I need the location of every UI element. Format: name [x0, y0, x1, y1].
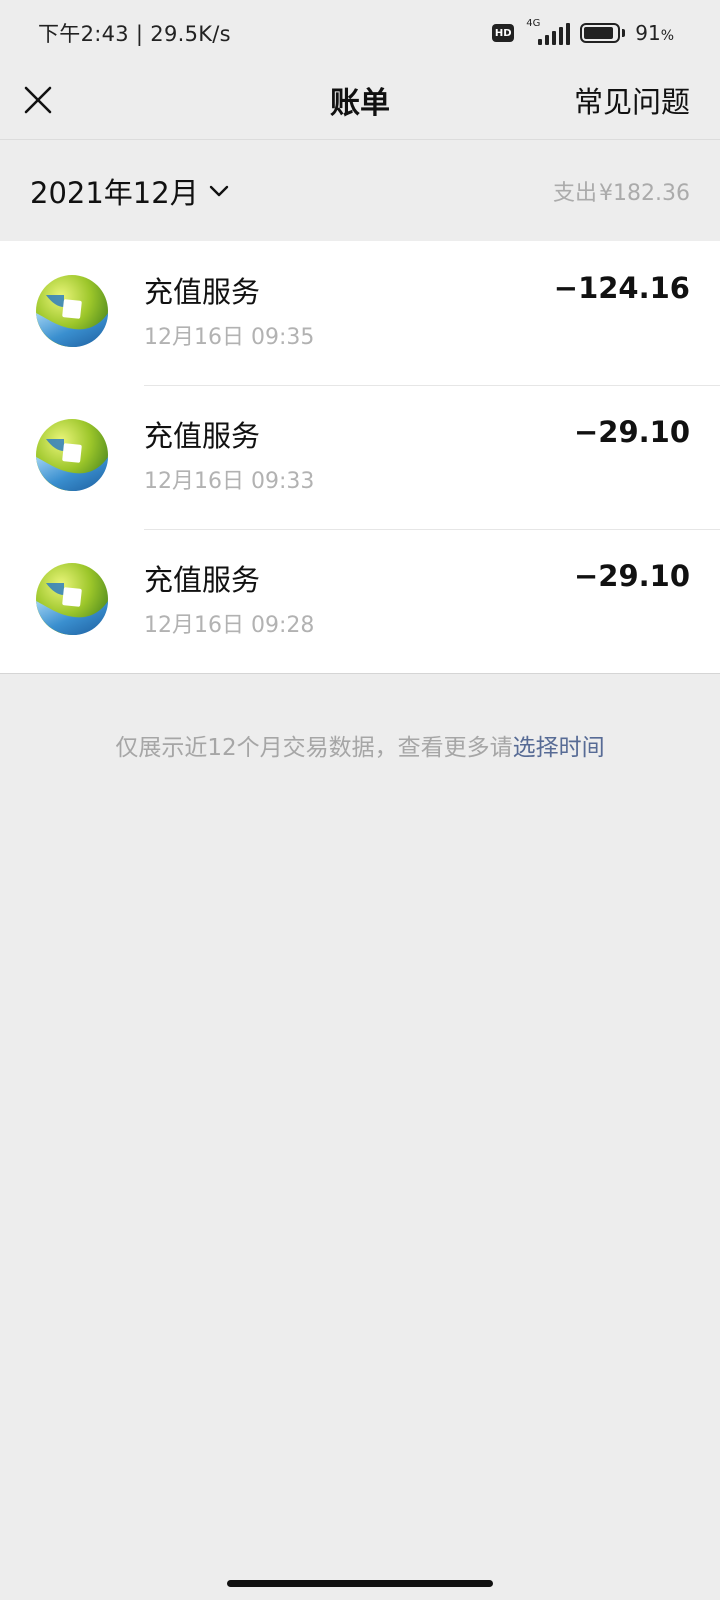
transaction-time: 12月16日 09:33	[144, 469, 315, 494]
status-bar: 下午2:43 | 29.5K/s HD 4G 91%	[0, 0, 720, 66]
battery-percent: 91%	[635, 21, 674, 45]
transaction-row[interactable]: 充值服务 12月16日 09:35 −124.16	[0, 241, 720, 385]
transaction-amount: −29.10	[573, 415, 690, 449]
transaction-row[interactable]: 充值服务 12月16日 09:28 −29.10	[0, 529, 720, 673]
transaction-amount: −124.16	[553, 271, 690, 305]
expense-label: 支出	[553, 181, 598, 206]
status-icons: HD 4G 91%	[492, 18, 674, 45]
battery-icon	[580, 23, 626, 43]
close-button[interactable]	[14, 76, 62, 124]
transaction-amount: −29.10	[573, 559, 690, 593]
select-time-link[interactable]: 选择时间	[513, 735, 605, 761]
signal-icon: 4G	[524, 18, 571, 45]
transaction-time: 12月16日 09:28	[144, 613, 315, 638]
month-expense-total: 支出¥182.36	[551, 175, 690, 207]
status-time-speed: 下午2:43 | 29.5K/s	[38, 22, 231, 46]
transaction-time: 12月16日 09:35	[144, 325, 315, 350]
transaction-list: 充值服务 12月16日 09:35 −124.16 充值服务 12月16日 09…	[0, 241, 720, 674]
faq-link[interactable]: 常见问题	[574, 79, 690, 121]
home-indicator[interactable]	[227, 1580, 493, 1587]
nav-bar: 账单 常见问题	[0, 66, 720, 140]
hd-icon: HD	[492, 24, 515, 42]
close-icon	[24, 86, 52, 114]
merchant-logo-icon	[36, 563, 108, 636]
transaction-title: 充值服务	[144, 563, 261, 597]
month-selector[interactable]: 2021年12月	[30, 170, 229, 212]
transaction-title: 充值服务	[144, 419, 261, 453]
merchant-logo-icon	[36, 419, 108, 492]
expense-amount: ¥182.36	[599, 181, 690, 206]
history-range-note: 仅展示近12个月交易数据，查看更多请选择时间	[0, 728, 720, 762]
merchant-logo-icon	[36, 275, 108, 348]
chevron-down-icon	[209, 185, 228, 197]
month-label: 2021年12月	[30, 176, 199, 210]
history-note-text: 仅展示近12个月交易数据，查看更多请	[115, 735, 513, 761]
transaction-title: 充值服务	[144, 275, 261, 309]
transaction-row[interactable]: 充值服务 12月16日 09:33 −29.10	[0, 385, 720, 529]
month-header: 2021年12月 支出¥182.36	[0, 141, 720, 241]
